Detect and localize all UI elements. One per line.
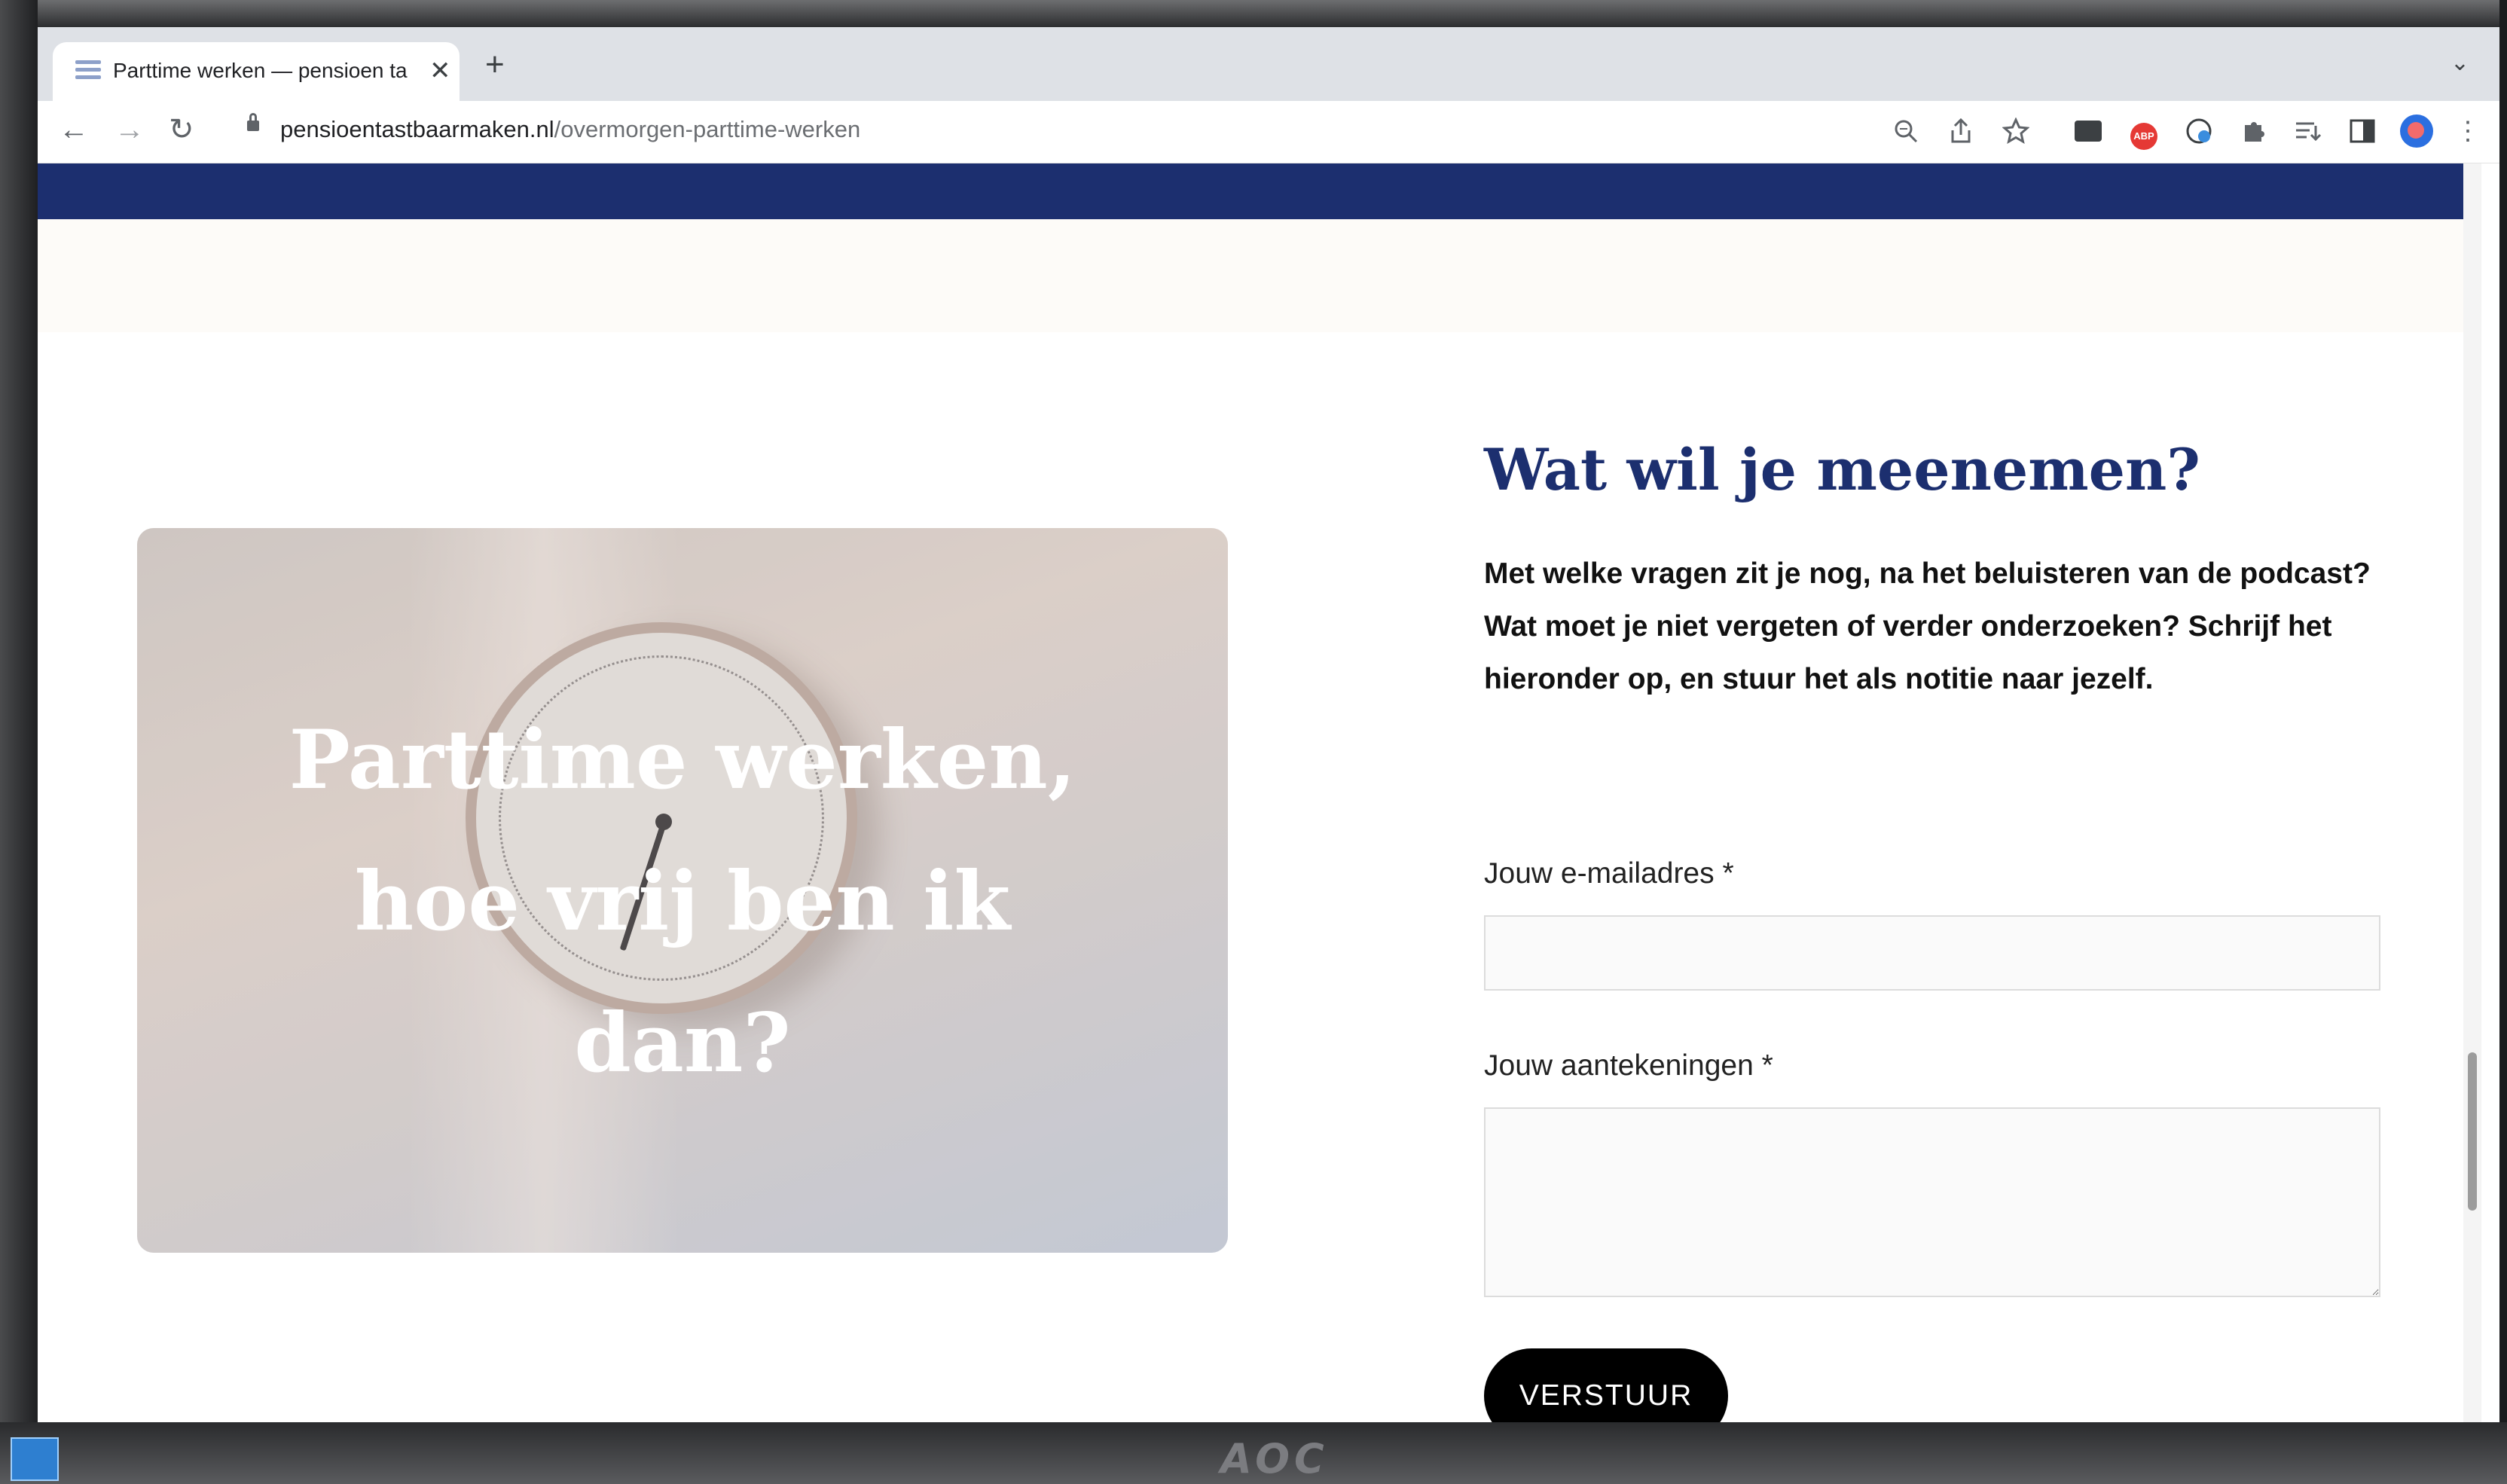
site-nav-bar: [38, 163, 2481, 219]
tab-title: Parttime werken — pensioen ta: [113, 59, 408, 82]
section-background: [38, 219, 2481, 332]
submit-button[interactable]: VERSTUUR: [1484, 1348, 1728, 1422]
tab-close-icon[interactable]: ✕: [429, 56, 451, 86]
monitor-bezel-right: [2499, 0, 2507, 1484]
browser-menu-icon[interactable]: ⋮: [2448, 111, 2487, 151]
monitor-bezel-left: [0, 0, 38, 1484]
hero-title: Parttime werken, hoe vrij ben ik dan?: [137, 689, 1228, 1114]
profile-avatar[interactable]: [2397, 111, 2436, 151]
browser-toolbar: ← → ↻ pensioentastbaarmaken.nl/overmorge…: [38, 101, 2499, 163]
side-panel-icon[interactable]: [2343, 111, 2382, 151]
notes-textarea[interactable]: [1484, 1107, 2380, 1297]
extensions-puzzle-icon[interactable]: [2234, 111, 2273, 151]
email-label: Jouw e-mailadres *: [1484, 857, 1734, 890]
extension-box-icon[interactable]: [2069, 111, 2108, 151]
email-field[interactable]: [1484, 915, 2380, 991]
scrollbar-thumb[interactable]: [2468, 1052, 2477, 1211]
adblock-icon[interactable]: ABP: [2124, 111, 2163, 151]
tab-strip: Parttime werken — pensioen ta ✕ + ⌄: [38, 27, 2499, 101]
share-icon[interactable]: [1941, 111, 1980, 151]
energy-star-sticker: [11, 1437, 59, 1481]
reading-list-icon[interactable]: [2289, 111, 2328, 151]
extension-globe-icon[interactable]: [2179, 111, 2218, 151]
notes-label: Jouw aantekeningen *: [1484, 1049, 1773, 1082]
hero-title-line-3: dan?: [574, 996, 791, 1091]
hero-title-line-1: Parttime werken,: [289, 713, 1076, 808]
bookmark-star-icon[interactable]: [1996, 111, 2035, 151]
site-favicon-icon: [75, 60, 101, 83]
monitor-brand-logo: AOC: [1220, 1435, 1329, 1482]
monitor-bezel-top: [0, 0, 2507, 27]
form-intro-text: Met welke vragen zit je nog, na het belu…: [1484, 557, 2371, 695]
tab-search-chevron-icon[interactable]: ⌄: [2451, 50, 2469, 76]
new-tab-button[interactable]: +: [485, 48, 505, 81]
hero-image-card: Parttime werken, hoe vrij ben ik dan?: [137, 528, 1228, 1253]
browser-window: Parttime werken — pensioen ta ✕ + ⌄ ← → …: [38, 27, 2499, 1422]
zoom-icon[interactable]: [1886, 111, 1925, 151]
web-page: Parttime werken, hoe vrij ben ik dan? Wa…: [38, 163, 2481, 1422]
hero-title-line-2: hoe vrij ben ik: [354, 854, 1011, 949]
page-scrollbar[interactable]: [2463, 163, 2481, 1422]
browser-tab[interactable]: Parttime werken — pensioen ta ✕: [53, 42, 460, 101]
form-title: Wat wil je meenemen?: [1484, 436, 2200, 503]
